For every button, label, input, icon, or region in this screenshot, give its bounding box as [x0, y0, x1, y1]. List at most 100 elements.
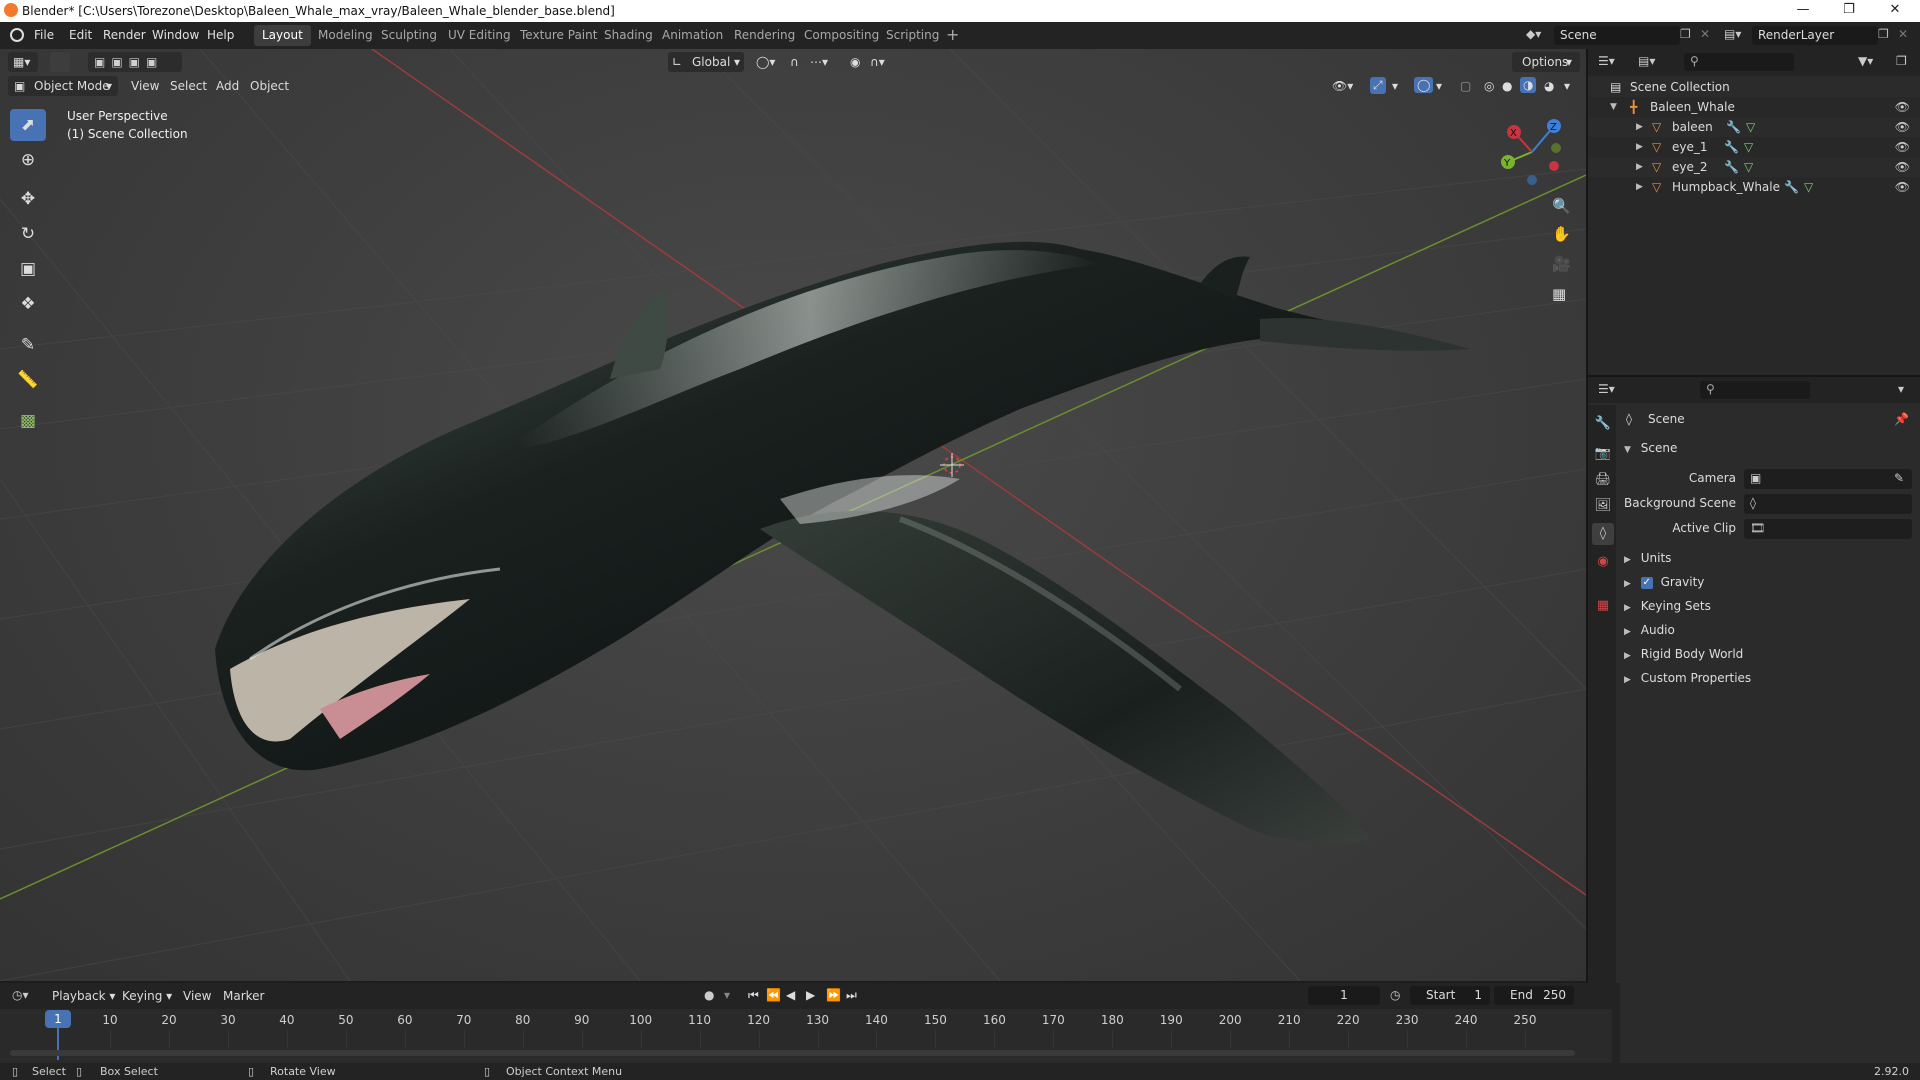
select-tool-mode-button[interactable]: [50, 52, 70, 72]
jump-end-icon[interactable]: ⏭: [846, 988, 857, 1003]
gravity-checkbox[interactable]: ✓: [1640, 576, 1653, 589]
tab-shading[interactable]: Shading: [596, 25, 661, 46]
mesh-data-icon[interactable]: ▽: [1746, 117, 1755, 137]
solid-shading-icon[interactable]: ●: [1502, 79, 1512, 93]
visibility-eye-icon[interactable]: 👁: [1895, 117, 1910, 137]
keying-sets-subpanel[interactable]: ▶ Keying Sets: [1624, 595, 1914, 617]
custom-properties-subpanel[interactable]: ▶ Custom Properties: [1624, 667, 1914, 689]
chevron-down-icon[interactable]: ▾: [1898, 382, 1904, 396]
tab-view-layer-icon[interactable]: 🖼: [1592, 495, 1614, 517]
rendered-shading-icon[interactable]: ◕: [1544, 79, 1554, 93]
tab-layout[interactable]: Layout: [254, 25, 311, 46]
snap-icon[interactable]: ∩: [790, 55, 799, 69]
tab-render-icon[interactable]: 📷: [1592, 443, 1614, 465]
navigation-gizmo[interactable]: Z Y X: [1494, 114, 1570, 190]
annotate-tool-icon[interactable]: ✎: [10, 329, 46, 361]
background-scene-field[interactable]: [1744, 494, 1912, 514]
chevron-down-icon[interactable]: ▾: [1436, 79, 1442, 93]
preview-range-icon[interactable]: ◷: [1390, 988, 1400, 1002]
falloff-icon[interactable]: ∩▾: [870, 55, 885, 69]
scene-browse-icon[interactable]: ◆▾: [1526, 27, 1548, 44]
list-item[interactable]: ▶ ▽ eye_1 🔧 ▽ 👁: [1588, 137, 1920, 157]
properties-editor-type-icon[interactable]: ☰▾: [1598, 382, 1615, 396]
modifier-icon[interactable]: 🔧: [1724, 157, 1739, 177]
visibility-eye-icon[interactable]: 👁: [1895, 177, 1910, 197]
timeline-editor-type-icon[interactable]: ◷▾: [12, 988, 29, 1002]
delete-view-layer-icon[interactable]: ✕: [1898, 27, 1908, 41]
ortho-grid-icon[interactable]: ▦: [1552, 285, 1566, 303]
rigid-body-world-subpanel[interactable]: ▶ Rigid Body World: [1624, 643, 1914, 665]
outliner-editor-type-icon[interactable]: ☰▾: [1598, 54, 1615, 68]
list-item[interactable]: ▤ Scene Collection: [1588, 77, 1920, 97]
modifier-icon[interactable]: 🔧: [1784, 177, 1799, 197]
cursor-tool-icon[interactable]: ⊕: [10, 144, 46, 176]
pivot-point-icon[interactable]: ◯▾: [756, 55, 775, 69]
new-collection-icon[interactable]: ❐: [1896, 54, 1907, 68]
list-item[interactable]: ▶ ▽ eye_2 🔧 ▽ 👁: [1588, 157, 1920, 177]
tab-tool-icon[interactable]: 🔧: [1592, 413, 1614, 435]
pin-icon[interactable]: 📌: [1894, 412, 1909, 426]
eyedropper-icon[interactable]: ✎: [1894, 471, 1904, 485]
gizmo-toggle-icon[interactable]: ⤢: [1370, 77, 1386, 94]
outliner-search-input[interactable]: [1684, 53, 1794, 71]
list-item[interactable]: ▼ ╋ Baleen_Whale 👁: [1588, 97, 1920, 117]
list-item[interactable]: ▶ ▽ baleen 🔧 ▽ 👁: [1588, 117, 1920, 137]
chevron-down-icon[interactable]: ▾: [724, 988, 730, 1002]
move-tool-icon[interactable]: ✥: [10, 183, 46, 215]
material-preview-icon[interactable]: ◑: [1520, 77, 1537, 93]
expand-chevron-icon[interactable]: ▶: [1636, 177, 1643, 197]
jump-next-keyframe-icon[interactable]: ⏩: [826, 988, 841, 1002]
list-item[interactable]: ▶ ▽ Humpback_Whale 🔧 ▽ 👁: [1588, 177, 1920, 197]
jump-start-icon[interactable]: ⏮: [748, 988, 759, 1003]
display-mode-icon[interactable]: ▤▾: [1638, 54, 1655, 68]
expand-chevron-icon[interactable]: ▼: [1610, 97, 1617, 117]
menu-marker[interactable]: Marker: [223, 989, 264, 1003]
zoom-icon[interactable]: 🔍: [1552, 197, 1571, 215]
minimize-button[interactable]: —: [1780, 0, 1826, 22]
pan-hand-icon[interactable]: ✋: [1552, 225, 1571, 243]
modifier-icon[interactable]: 🔧: [1726, 117, 1741, 137]
chevron-down-icon[interactable]: ▾: [1564, 79, 1570, 93]
mesh-data-icon[interactable]: ▽: [1744, 157, 1753, 177]
add-workspace-icon[interactable]: +: [946, 25, 959, 44]
scale-tool-icon[interactable]: ▣: [10, 253, 46, 285]
camera-view-icon[interactable]: 🎥: [1552, 255, 1571, 273]
gravity-subpanel[interactable]: ▶ ✓ Gravity: [1624, 571, 1914, 593]
menu-view[interactable]: View: [183, 989, 211, 1003]
start-frame-field[interactable]: Start 1: [1410, 986, 1490, 1005]
tab-animation[interactable]: Animation: [654, 25, 731, 46]
snap-target-icon[interactable]: ⋯▾: [810, 55, 828, 69]
select-box-tool-icon[interactable]: ⬈: [10, 109, 46, 141]
tab-output-icon[interactable]: 🖨: [1592, 469, 1614, 491]
active-clip-field[interactable]: [1744, 519, 1912, 539]
filter-icon[interactable]: ▼▾: [1858, 54, 1873, 68]
wireframe-shading-icon[interactable]: ◎: [1484, 79, 1494, 93]
menu-playback[interactable]: Playback ▾: [52, 989, 115, 1003]
add-cube-tool-icon[interactable]: ▩: [10, 405, 46, 437]
scene-panel-header[interactable]: ▼ Scene: [1624, 437, 1914, 459]
overlays-toggle-icon[interactable]: ◯: [1414, 77, 1434, 93]
expand-chevron-icon[interactable]: ▶: [1636, 117, 1643, 137]
menu-keying[interactable]: Keying ▾: [122, 989, 172, 1003]
menu-help[interactable]: Help: [207, 28, 234, 42]
menu-view[interactable]: View: [131, 79, 159, 93]
tab-modeling[interactable]: Modeling: [310, 25, 381, 46]
blender-menu-icon[interactable]: [10, 28, 24, 42]
visibility-eye-icon[interactable]: 👁: [1895, 157, 1910, 177]
3d-viewport[interactable]: ▦▾ ▣▣▣▣ ∟ Global ▾ ◯▾ ∩ ⋯▾ ◉ ∩▾ Options …: [0, 49, 1586, 981]
expand-chevron-icon[interactable]: ▶: [1636, 157, 1643, 177]
visibility-eye-icon[interactable]: 👁: [1895, 97, 1910, 117]
menu-file[interactable]: File: [34, 28, 54, 42]
xray-toggle-icon[interactable]: ▢: [1460, 79, 1471, 93]
visibility-filter-icon[interactable]: 👁▾: [1332, 79, 1353, 93]
tab-scripting[interactable]: Scripting: [878, 25, 947, 46]
proportional-edit-icon[interactable]: ◉: [850, 55, 860, 69]
tab-compositing[interactable]: Compositing: [796, 25, 887, 46]
menu-object[interactable]: Object: [250, 79, 289, 93]
mesh-data-icon[interactable]: ▽: [1744, 137, 1753, 157]
expand-chevron-icon[interactable]: ▶: [1636, 137, 1643, 157]
tab-sculpting[interactable]: Sculpting: [373, 25, 445, 46]
units-subpanel[interactable]: ▶ Units: [1624, 547, 1914, 569]
end-frame-field[interactable]: End 250: [1494, 986, 1574, 1005]
properties-search-input[interactable]: [1700, 381, 1810, 399]
